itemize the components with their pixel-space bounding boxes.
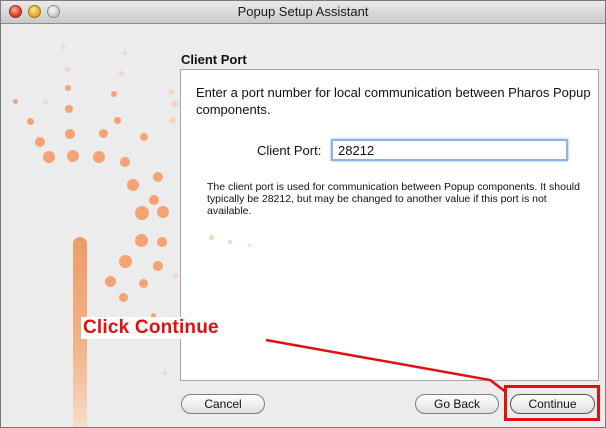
annotation-arrow — [265, 338, 507, 393]
annotation-pointer-line — [265, 338, 507, 393]
annotation-callout: Click Continue — [81, 317, 221, 339]
continue-highlight-box — [504, 385, 600, 421]
